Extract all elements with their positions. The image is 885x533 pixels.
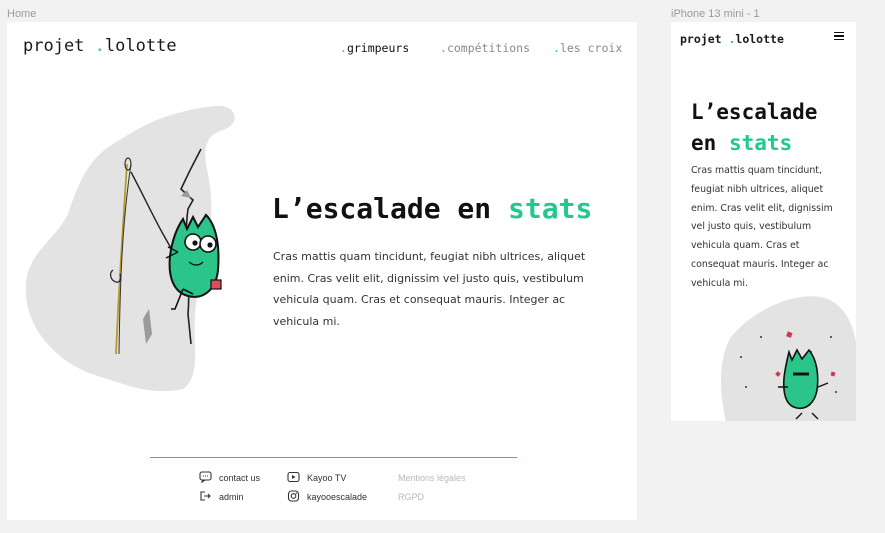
nav-dot: . <box>440 41 447 55</box>
chat-bubble-icon <box>199 471 212 483</box>
logo-prefix: projet <box>680 32 729 46</box>
mobile-hero-title-line1: L’escalade <box>691 100 818 124</box>
nav-dot: . <box>340 41 347 55</box>
nav-link-competitions[interactable]: .compétitions <box>440 41 530 55</box>
mobile-frame-label: iPhone 13 mini - 1 <box>671 8 760 20</box>
mobile-site-logo[interactable]: projet .lolotte <box>680 32 784 46</box>
logo-prefix: projet <box>23 36 95 56</box>
mobile-monster-body <box>782 348 819 410</box>
mobile-hero-title-accent: stats <box>728 131 793 155</box>
desktop-frame-label: Home <box>7 8 37 20</box>
mobile-hero-description: Cras mattis quam tincidunt, feugiat nibh… <box>691 165 833 289</box>
footer-rgpd-link[interactable]: RGPD <box>398 492 424 502</box>
footer-instagram-link[interactable]: kayooescalade <box>287 490 368 502</box>
mobile-hero-title-en: en <box>691 131 729 155</box>
footer-divider <box>150 457 517 458</box>
nav-link-les-croix[interactable]: .les croix <box>553 41 622 55</box>
desktop-frame: projet .lolotte .grimpeurs .compétitions… <box>7 22 637 520</box>
footer-admin-link[interactable]: admin <box>200 491 244 502</box>
logo-dot: . <box>94 36 105 56</box>
instagram-icon <box>287 490 300 502</box>
nav-label: les croix <box>559 41 623 55</box>
footer-contact-link[interactable]: contact us <box>199 471 261 483</box>
logout-icon <box>200 491 211 501</box>
logo-suffix: lolotte <box>104 36 177 56</box>
footer-tv-link[interactable]: Kayoo TV <box>287 471 347 483</box>
nav-link-grimpeurs[interactable]: .grimpeurs <box>340 41 409 55</box>
nav-dot: . <box>553 41 560 55</box>
nav-label: grimpeurs <box>346 41 410 55</box>
footer-instagram-label: kayooescalade <box>307 492 368 502</box>
hero-title: L’escalade en stats <box>272 192 592 225</box>
chalk-bag <box>210 279 222 290</box>
footer-tv-label: Kayoo TV <box>307 473 347 483</box>
hero-title-accent: stats <box>508 192 593 225</box>
hero-title-main: L’escalade en <box>272 192 509 225</box>
mobile-frame: projet .lolotte L’escalade en stats Cras… <box>671 22 856 421</box>
mobile-monster-illustration <box>721 296 856 421</box>
footer-legal-link[interactable]: Mentions légales <box>398 473 466 483</box>
play-icon <box>287 471 300 483</box>
footer-admin-label: admin <box>219 492 244 502</box>
climber-illustration <box>25 105 235 392</box>
nav-label: compétitions <box>446 41 531 55</box>
logo-suffix: lolotte <box>735 32 784 46</box>
hamburger-icon[interactable] <box>834 32 844 40</box>
monster-pupil <box>207 242 213 248</box>
monster-pupil <box>192 240 198 246</box>
mobile-hero-title: L’escalade en stats <box>691 97 817 159</box>
hero-description: Cras mattis quam tincidunt, feugiat nibh… <box>273 250 586 328</box>
site-logo[interactable]: projet .lolotte <box>23 36 177 56</box>
footer-contact-label: contact us <box>219 473 261 483</box>
